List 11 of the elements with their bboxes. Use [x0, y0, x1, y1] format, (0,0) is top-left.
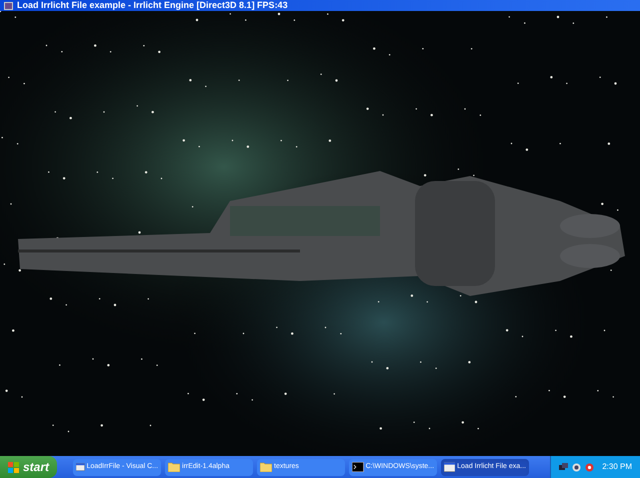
folder-icon [260, 462, 272, 472]
folder-icon [168, 462, 180, 472]
windows-logo-icon [8, 462, 19, 472]
network-icon [559, 462, 568, 472]
window-title: Load Irrlicht File example - Irrlicht Engine [Direct3D 8.1] FPS:43 [17, 1, 288, 10]
app-icon [4, 2, 13, 10]
console-icon [352, 462, 364, 472]
clock: 2:30 PM [602, 461, 632, 473]
window-icon [76, 462, 85, 472]
start-button[interactable]: start [0, 456, 58, 478]
window-icon [444, 462, 456, 472]
